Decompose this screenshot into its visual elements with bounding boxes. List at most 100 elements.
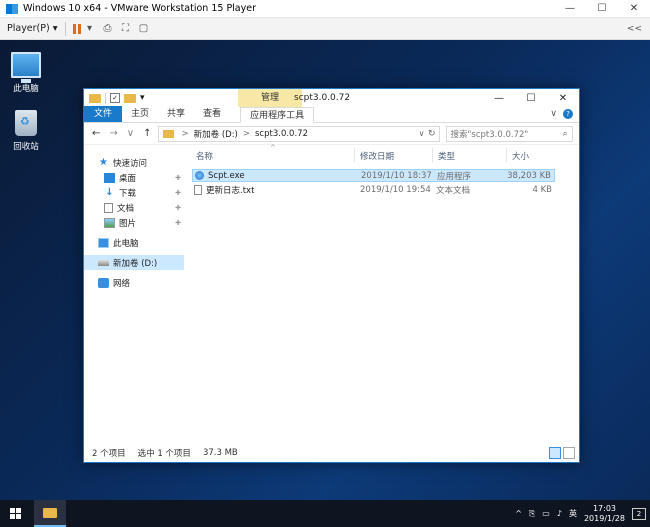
vmware-window-title: Windows 10 x64 - VMware Workstation 15 P… xyxy=(23,3,257,14)
file-size-cell: 38,203 KB xyxy=(507,170,551,181)
player-menu[interactable]: Player(P) ▾ xyxy=(7,23,58,34)
send-ctrl-alt-del-icon[interactable]: ⎙ xyxy=(99,23,117,34)
status-selected-size: 37.3 MB xyxy=(202,448,238,458)
windows-logo-icon xyxy=(9,508,21,519)
file-date-cell: 2019/1/10 18:37 xyxy=(361,170,432,181)
address-dropdown-icon[interactable]: ∨ xyxy=(419,129,425,138)
up-arrow-icon[interactable]: ↑ xyxy=(143,128,151,139)
address-path[interactable]: > 新加卷 (D:) > scpt3.0.0.72 ∨ ↻ xyxy=(157,125,440,142)
tab-home[interactable]: 主页 xyxy=(122,106,158,122)
taskbar-file-explorer[interactable] xyxy=(34,500,66,527)
pause-dropdown-icon[interactable]: ▾ xyxy=(81,23,99,34)
file-name-cell: Scpt.exe xyxy=(195,171,245,181)
nav-item-drive-d[interactable]: 新加卷 (D:) xyxy=(84,255,184,270)
nav-item-label: 下载 xyxy=(119,188,137,199)
vmware-maximize-button[interactable]: ☐ xyxy=(586,0,618,18)
pause-button[interactable] xyxy=(72,23,81,34)
tray-overflow-icon[interactable]: ^ xyxy=(515,509,522,518)
column-header-size[interactable]: 大小 xyxy=(508,150,529,162)
usb-icon[interactable]: ⎘ xyxy=(529,509,535,519)
download-icon: ↓ xyxy=(105,186,114,198)
explorer-maximize-button[interactable]: ☐ xyxy=(515,93,547,104)
pause-icon xyxy=(72,23,76,34)
vmware-toolbar: Player(P) ▾ ▾ ⎙ ⛶ ▢ << xyxy=(0,18,650,40)
unity-icon[interactable]: ▢ xyxy=(135,23,153,34)
nav-item-quick-access[interactable]: ★ 快速访问 xyxy=(84,155,184,170)
nav-item-label: 此电脑 xyxy=(113,238,139,249)
network-icon[interactable]: ▭ xyxy=(542,509,550,518)
recent-locations-icon[interactable]: ∨ xyxy=(127,128,134,139)
details-view-icon[interactable] xyxy=(549,447,561,459)
new-folder-icon[interactable] xyxy=(124,93,136,103)
file-row-scpt-exe[interactable]: Scpt.exe 2019/1/10 18:37 应用程序 38,203 KB xyxy=(192,169,555,182)
column-header-type[interactable]: 类型 xyxy=(434,150,455,162)
text-file-icon xyxy=(194,184,202,195)
explorer-minimize-button[interactable]: — xyxy=(483,93,515,104)
navigation-pane: ★ 快速访问 桌面 ✚ ↓ 下载 ✚ 文档 ✚ 图片 ✚ 此电脑 新加卷 (D:… xyxy=(84,145,184,435)
properties-checkbox-icon[interactable]: ✓ xyxy=(110,93,120,103)
vmware-close-button[interactable]: ✕ xyxy=(618,0,650,18)
desktop-folder-icon xyxy=(104,172,115,183)
desktop-icon-this-pc[interactable]: 此电脑 xyxy=(1,52,51,94)
tab-application-tools[interactable]: 应用程序工具 xyxy=(240,107,315,123)
drive-icon xyxy=(98,259,109,266)
notification-center-icon[interactable]: 2 xyxy=(632,507,646,520)
column-header-name[interactable]: 名称 xyxy=(192,150,213,162)
this-pc-icon xyxy=(11,52,41,83)
forward-arrow-icon[interactable]: → xyxy=(109,128,117,139)
start-button[interactable] xyxy=(0,500,30,527)
address-bar-row: ← → ∨ ↑ > 新加卷 (D:) > scpt3.0.0.72 ∨ ↻ 搜索… xyxy=(84,123,579,145)
pin-icon: ✚ xyxy=(175,188,181,197)
star-icon: ★ xyxy=(99,156,108,168)
back-arrow-icon[interactable]: ← xyxy=(92,128,100,139)
collapse-toolbar-icon[interactable]: << xyxy=(627,24,642,34)
file-type-cell: 文本文档 xyxy=(436,185,471,196)
breadcrumb-separator[interactable]: > xyxy=(182,129,189,139)
vmware-app-icon xyxy=(6,3,18,14)
help-icon[interactable]: ? xyxy=(563,109,573,119)
file-date-cell: 2019/1/10 19:54 xyxy=(360,184,431,195)
search-icon[interactable]: ⌕ xyxy=(563,129,568,139)
explorer-window-controls: — ☐ ✕ xyxy=(483,93,579,104)
large-icons-view-icon[interactable] xyxy=(563,447,575,459)
input-method-indicator[interactable]: 英 xyxy=(569,508,577,519)
tab-file[interactable]: 文件 xyxy=(84,106,123,122)
volume-icon[interactable]: ♪ xyxy=(557,509,562,518)
file-row-changelog-txt[interactable]: 更新日志.txt 2019/1/10 19:54 文本文档 4 KB xyxy=(192,183,555,196)
status-item-count: 2 个项目 xyxy=(92,449,126,459)
nav-item-desktop[interactable]: 桌面 ✚ xyxy=(84,170,184,185)
desktop-icon-label: 此电脑 xyxy=(13,84,39,94)
nav-item-downloads[interactable]: ↓ 下载 ✚ xyxy=(84,185,184,200)
expand-ribbon-icon[interactable]: ∨ xyxy=(550,109,557,119)
clock[interactable]: 17:03 2019/1/28 xyxy=(584,504,625,524)
network-icon xyxy=(98,277,109,288)
system-tray: ^ ⎘ ▭ ♪ 英 17:03 2019/1/28 2 xyxy=(515,504,646,524)
status-bar: 2 个项目 选中 1 个项目 37.3 MB xyxy=(84,444,581,462)
nav-item-network[interactable]: 网络 xyxy=(84,275,184,290)
vmware-titlebar: Windows 10 x64 - VMware Workstation 15 P… xyxy=(0,0,650,18)
refresh-icon[interactable]: ↻ xyxy=(428,129,436,139)
status-selected-count: 选中 1 个项目 xyxy=(137,449,191,459)
desktop-icon-recycle-bin[interactable]: 回收站 xyxy=(1,110,51,152)
nav-item-label: 网络 xyxy=(113,278,131,289)
tab-share[interactable]: 共享 xyxy=(158,106,194,122)
column-header-date[interactable]: 修改日期 xyxy=(356,150,394,162)
breadcrumb-separator[interactable]: > xyxy=(243,129,250,139)
explorer-window-title: scpt3.0.0.72 xyxy=(294,93,351,103)
tab-view[interactable]: 查看 xyxy=(194,106,230,122)
breadcrumb-folder[interactable]: scpt3.0.0.72 xyxy=(255,129,308,139)
vmware-minimize-button[interactable]: — xyxy=(554,0,586,18)
nav-item-pictures[interactable]: 图片 ✚ xyxy=(84,215,184,230)
column-headers: ^ 名称 修改日期 类型 大小 xyxy=(188,144,581,166)
clock-date: 2019/1/28 xyxy=(583,513,625,523)
manage-contextual-tab-header[interactable]: 管理 xyxy=(238,89,302,107)
nav-item-this-pc[interactable]: 此电脑 xyxy=(84,235,184,250)
pin-icon: ✚ xyxy=(175,203,181,212)
fit-window-icon[interactable]: ⛶ xyxy=(117,23,135,34)
quick-access-dropdown-icon[interactable]: ▾ xyxy=(140,93,145,103)
nav-item-documents[interactable]: 文档 ✚ xyxy=(84,200,184,215)
search-input[interactable]: 搜索"scpt3.0.0.72" ⌕ xyxy=(445,125,573,142)
file-list-pane: ^ 名称 修改日期 类型 大小 Scpt.exe 2019/1/10 18:37… xyxy=(188,144,581,435)
explorer-close-button[interactable]: ✕ xyxy=(547,93,579,104)
breadcrumb-drive[interactable]: 新加卷 (D:) xyxy=(194,128,238,140)
